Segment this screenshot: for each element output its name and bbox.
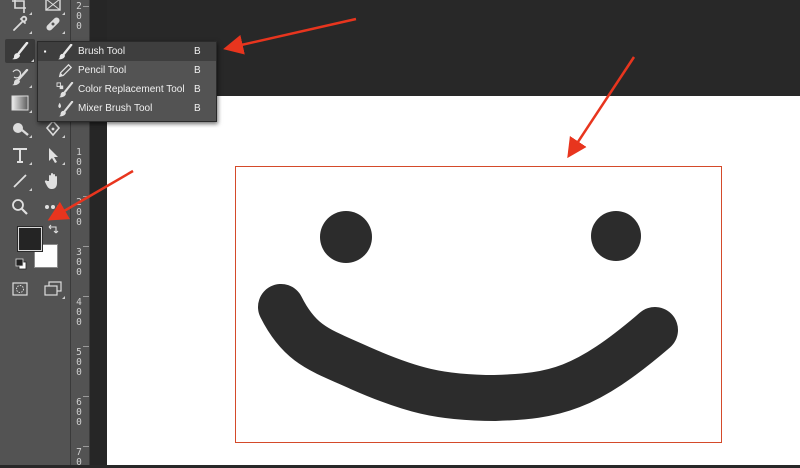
menu-item-color-replacement-tool[interactable]: Color Replacement Tool B — [38, 80, 216, 99]
eyedropper-icon — [13, 15, 28, 31]
default-colors-button[interactable] — [13, 256, 29, 272]
path-selection-tool[interactable] — [40, 144, 66, 166]
history-brush-tool[interactable] — [7, 67, 33, 89]
more-dots-icon — [45, 205, 61, 209]
line-tool[interactable] — [7, 170, 33, 192]
menu-item-label: Mixer Brush Tool — [78, 103, 153, 114]
ruler-label: 6 0 0 — [76, 397, 82, 428]
menu-item-brush-tool[interactable]: ▪ Brush Tool B — [38, 42, 216, 61]
frame-icon — [45, 0, 61, 11]
ruler-label: 2 0 0 — [76, 1, 82, 32]
screen-mode-button[interactable] — [40, 278, 66, 300]
menu-item-shortcut: B — [194, 46, 201, 57]
crop-icon — [12, 0, 26, 13]
line-icon — [13, 174, 27, 188]
magnifier-icon — [12, 199, 28, 215]
ruler-label: 4 0 0 — [76, 297, 82, 328]
menu-item-shortcut: B — [194, 103, 201, 114]
quick-mask-icon — [12, 282, 28, 296]
zoom-tool[interactable] — [7, 196, 33, 218]
menu-item-label: Color Replacement Tool — [78, 84, 185, 95]
swap-colors-button[interactable] — [45, 222, 61, 238]
menu-item-label: Pencil Tool — [78, 65, 127, 76]
dodge-icon — [13, 123, 29, 136]
hand-tool[interactable] — [40, 170, 66, 192]
default-colors-icon — [15, 258, 27, 270]
active-marker: ▪ — [43, 47, 47, 56]
menu-item-label: Brush Tool — [78, 46, 126, 57]
ruler-label: 1 0 0 — [76, 147, 82, 178]
menu-item-pencil-tool[interactable]: Pencil Tool B — [38, 61, 216, 80]
healing-brush-tool[interactable] — [40, 13, 66, 35]
brush-icon — [12, 42, 29, 60]
menu-item-shortcut: B — [194, 65, 201, 76]
arrow-cursor-icon — [49, 148, 58, 163]
brush-tools-flyout: ▪ Brush Tool B Pencil Tool B Color Repla… — [37, 41, 217, 122]
screen-mode-icon — [44, 281, 62, 296]
history-brush-icon — [12, 69, 29, 86]
hand-icon — [44, 173, 57, 189]
eyedropper-tool[interactable] — [7, 13, 33, 35]
ruler-label: 7 0 — [76, 447, 82, 468]
ruler-label: 3 0 0 — [76, 247, 82, 278]
mixer-brush-icon — [52, 99, 78, 118]
ruler-label: 5 0 0 — [76, 347, 82, 378]
foreground-color-swatch[interactable] — [18, 227, 42, 251]
quick-mask-button[interactable] — [7, 278, 33, 300]
dodge-tool[interactable] — [7, 117, 33, 139]
edit-toolbar-button[interactable] — [40, 196, 66, 218]
type-icon — [13, 148, 27, 163]
pencil-icon — [52, 61, 78, 80]
brush-tool[interactable] — [5, 39, 35, 63]
type-tool[interactable] — [7, 144, 33, 166]
menu-item-mixer-brush-tool[interactable]: Mixer Brush Tool B — [38, 99, 216, 118]
document-canvas[interactable] — [107, 96, 800, 465]
ruler-label: 2 0 0 — [76, 197, 82, 228]
color-replacement-icon — [52, 80, 78, 99]
gradient-tool[interactable] — [7, 92, 33, 114]
brush-icon — [52, 42, 78, 61]
gradient-icon — [11, 95, 29, 111]
bandage-icon — [46, 17, 60, 31]
swap-arrows-icon — [48, 224, 59, 234]
menu-item-shortcut: B — [194, 84, 201, 95]
